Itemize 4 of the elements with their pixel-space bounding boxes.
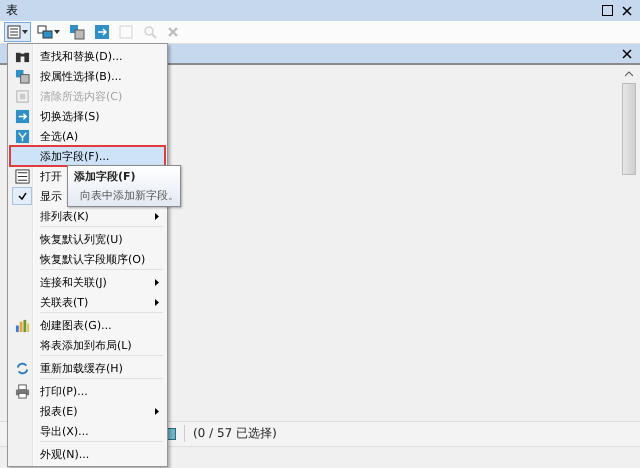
tooltip-description: 向表中添加新字段。 [79, 188, 174, 203]
selection-count: (0 / 57 已选择) [184, 425, 277, 442]
window-title: 表 [6, 2, 19, 20]
tooltip-title: 添加字段(F) [74, 169, 137, 184]
